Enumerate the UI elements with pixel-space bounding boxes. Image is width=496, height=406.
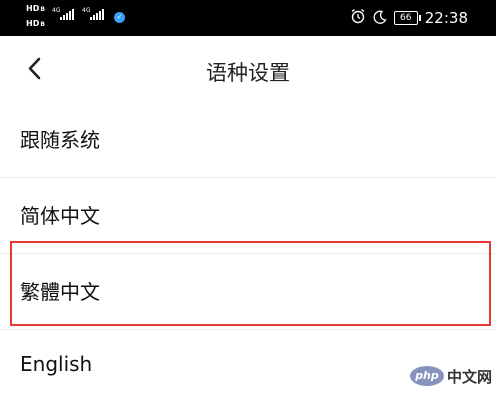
status-bar: HDB HDB 4G 4G ✓ 66 22:38 bbox=[0, 0, 496, 36]
hd-badge-1: HDB bbox=[26, 4, 45, 14]
status-right: 66 22:38 bbox=[350, 0, 468, 36]
page-title: 语种设置 bbox=[206, 61, 290, 85]
language-label: 简体中文 bbox=[20, 204, 100, 228]
watermark-text: 中文网 bbox=[446, 367, 492, 386]
watermark-logo: php bbox=[409, 366, 444, 386]
header: 语种设置 bbox=[0, 36, 496, 102]
slot-label-2: B bbox=[40, 21, 45, 28]
language-option-traditional-chinese[interactable]: 繁體中文 bbox=[0, 254, 496, 330]
wifi-calling-icon: ✓ bbox=[114, 12, 125, 23]
hd-label-1: HD bbox=[26, 4, 40, 13]
alarm-icon bbox=[350, 8, 366, 28]
language-label: 繁體中文 bbox=[20, 280, 100, 304]
language-option-simplified-chinese[interactable]: 简体中文 bbox=[0, 178, 496, 254]
signal-icon-1 bbox=[60, 9, 74, 20]
slot-label-1: B bbox=[40, 6, 45, 13]
watermark: php 中文网 bbox=[409, 365, 492, 387]
battery-icon: 66 bbox=[393, 11, 421, 25]
language-option-follow-system[interactable]: 跟随系统 bbox=[0, 102, 496, 178]
hd-badge-2: HDB bbox=[26, 19, 45, 29]
moon-icon bbox=[373, 9, 387, 28]
battery-level: 66 bbox=[400, 13, 412, 23]
language-list: 跟随系统 简体中文 繁體中文 English bbox=[0, 102, 496, 406]
hd-label-2: HD bbox=[26, 19, 40, 28]
language-label: English bbox=[20, 352, 93, 376]
language-label: 跟随系统 bbox=[20, 128, 100, 152]
status-time: 22:38 bbox=[424, 9, 468, 27]
signal-icon-2 bbox=[90, 9, 104, 20]
